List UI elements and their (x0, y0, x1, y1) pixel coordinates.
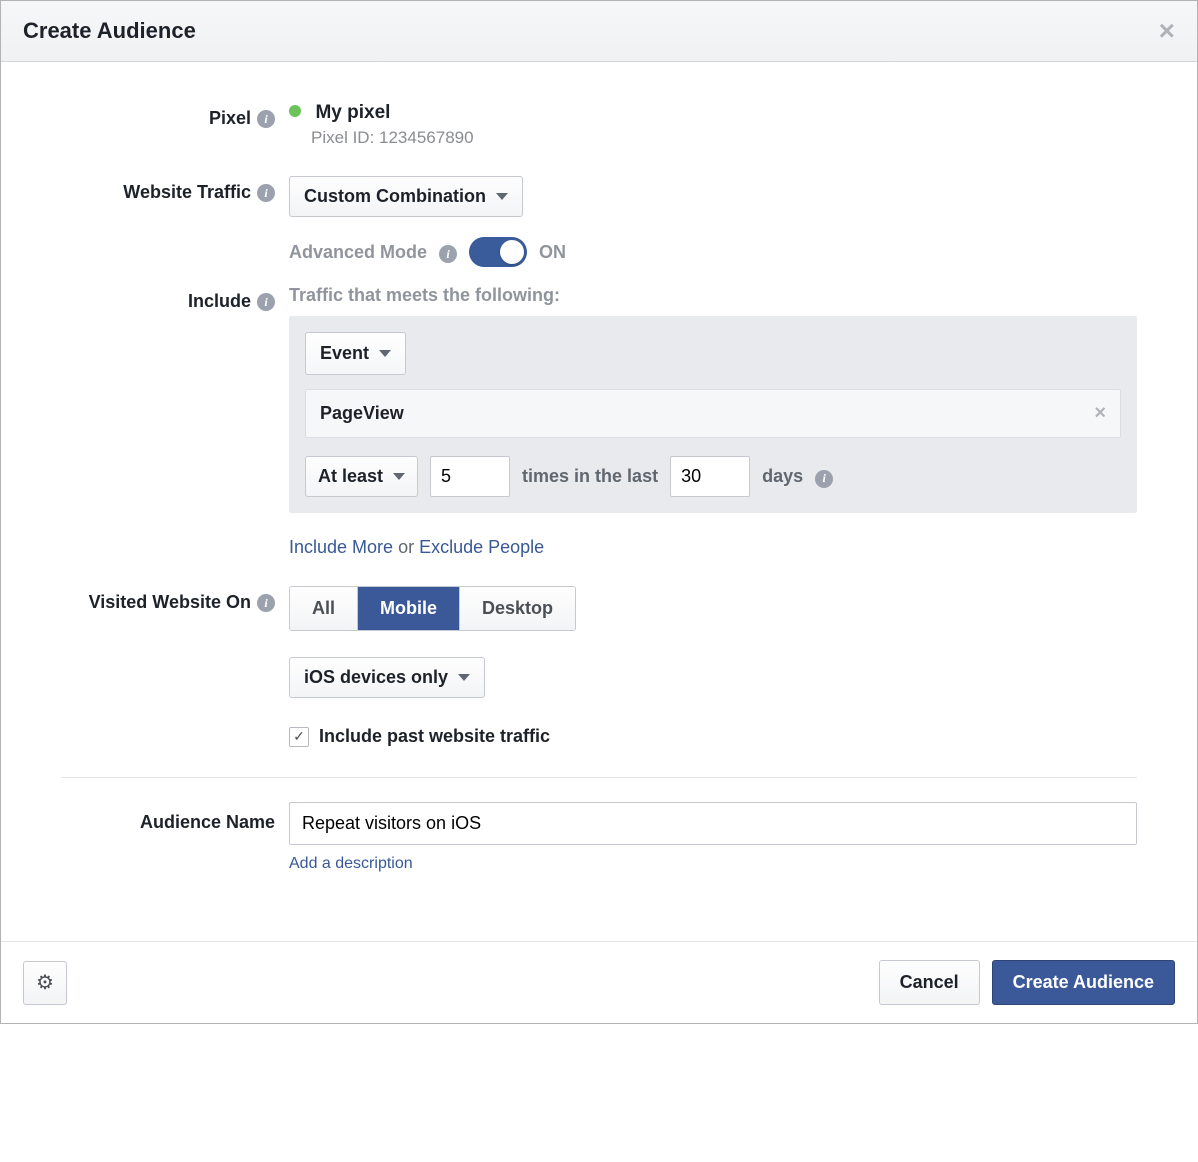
info-icon[interactable]: i (257, 594, 275, 612)
chevron-down-icon (496, 193, 508, 200)
advanced-mode-label: Advanced Mode (289, 242, 427, 263)
modal-header: Create Audience × (1, 1, 1197, 62)
remove-event-icon[interactable]: × (1094, 402, 1106, 425)
pixel-label-col: Pixel i (61, 102, 289, 148)
pixel-id: Pixel ID: 1234567890 (311, 128, 1137, 148)
info-icon[interactable]: i (815, 470, 833, 488)
event-dropdown-label: Event (320, 343, 369, 364)
advanced-mode-toggle[interactable] (469, 237, 527, 267)
event-value-row: PageView × (305, 389, 1121, 438)
device-filter-label: iOS devices only (304, 667, 448, 688)
info-icon[interactable]: i (257, 184, 275, 202)
modal-body: Pixel i My pixel Pixel ID: 1234567890 We… (1, 62, 1197, 911)
create-audience-modal: Create Audience × Pixel i My pixel Pixel… (0, 0, 1198, 1024)
add-description-link[interactable]: Add a description (289, 855, 413, 873)
include-exclude-links: Include More or Exclude People (289, 537, 1137, 558)
segment-all[interactable]: All (290, 587, 358, 630)
include-row: Include i Traffic that meets the followi… (61, 285, 1137, 558)
segment-mobile[interactable]: Mobile (358, 587, 460, 630)
audience-name-row: Audience Name Add a description (61, 802, 1137, 873)
frequency-row: At least times in the last days i (305, 456, 1121, 497)
include-subheading: Traffic that meets the following: (289, 285, 1137, 306)
advanced-mode-row: Advanced Mode i ON (289, 237, 1137, 267)
past-traffic-row: ✓ Include past website traffic (289, 726, 1137, 747)
modal-footer: ⚙ Cancel Create Audience (1, 941, 1197, 1023)
visited-row: Visited Website On i All Mobile Desktop … (61, 586, 1137, 747)
toggle-knob (500, 240, 524, 264)
event-value: PageView (320, 403, 404, 424)
include-label-col: Include i (61, 285, 289, 558)
close-icon[interactable]: × (1159, 17, 1175, 45)
pixel-label: Pixel (209, 108, 251, 129)
frequency-mode-dropdown[interactable]: At least (305, 456, 418, 497)
chevron-down-icon (379, 350, 391, 357)
toggle-state: ON (539, 242, 566, 263)
modal-title: Create Audience (23, 18, 196, 44)
device-filter-dropdown[interactable]: iOS devices only (289, 657, 485, 698)
website-traffic-label: Website Traffic (123, 182, 251, 203)
info-icon[interactable]: i (257, 293, 275, 311)
traffic-dropdown[interactable]: Custom Combination (289, 176, 523, 217)
info-icon[interactable]: i (257, 110, 275, 128)
exclude-people-link[interactable]: Exclude People (419, 537, 544, 557)
checkmark-icon: ✓ (293, 728, 305, 745)
rule-box: Event PageView × At least times in the (289, 316, 1137, 513)
segment-desktop[interactable]: Desktop (460, 587, 575, 630)
device-segmented: All Mobile Desktop (289, 586, 576, 631)
past-traffic-checkbox[interactable]: ✓ (289, 727, 309, 747)
device-filter-row: iOS devices only (289, 657, 1137, 698)
visited-field: All Mobile Desktop iOS devices only ✓ In… (289, 586, 1137, 747)
times-input[interactable] (430, 456, 510, 497)
event-dropdown[interactable]: Event (305, 332, 406, 375)
chevron-down-icon (458, 674, 470, 681)
chevron-down-icon (393, 473, 405, 480)
days-input[interactable] (670, 456, 750, 497)
audience-name-field: Add a description (289, 802, 1137, 873)
include-more-link[interactable]: Include More (289, 537, 393, 557)
visited-label: Visited Website On (89, 592, 251, 613)
pixel-name-line: My pixel (289, 102, 1137, 124)
audience-name-input[interactable] (289, 802, 1137, 845)
status-dot-icon (289, 105, 301, 117)
audience-name-label-col: Audience Name (61, 802, 289, 873)
include-field: Traffic that meets the following: Event … (289, 285, 1137, 558)
create-audience-button[interactable]: Create Audience (992, 960, 1175, 1005)
divider (61, 777, 1137, 778)
frequency-mode-label: At least (318, 466, 383, 487)
website-traffic-row: Website Traffic i Custom Combination Adv… (61, 176, 1137, 267)
cancel-button[interactable]: Cancel (879, 960, 980, 1005)
website-traffic-field: Custom Combination Advanced Mode i ON (289, 176, 1137, 267)
or-text: or (393, 537, 419, 557)
pixel-field: My pixel Pixel ID: 1234567890 (289, 102, 1137, 148)
audience-name-label: Audience Name (140, 812, 275, 833)
info-icon[interactable]: i (439, 245, 457, 263)
website-traffic-label-col: Website Traffic i (61, 176, 289, 267)
pixel-row: Pixel i My pixel Pixel ID: 1234567890 (61, 102, 1137, 148)
gear-icon: ⚙ (36, 970, 54, 995)
times-label: times in the last (522, 466, 658, 487)
settings-button[interactable]: ⚙ (23, 961, 67, 1005)
traffic-dropdown-label: Custom Combination (304, 186, 486, 207)
days-label: days (762, 466, 803, 487)
include-label: Include (188, 291, 251, 312)
pixel-name: My pixel (315, 102, 390, 123)
visited-label-col: Visited Website On i (61, 586, 289, 747)
footer-actions: Cancel Create Audience (879, 960, 1175, 1005)
past-traffic-label: Include past website traffic (319, 726, 550, 747)
